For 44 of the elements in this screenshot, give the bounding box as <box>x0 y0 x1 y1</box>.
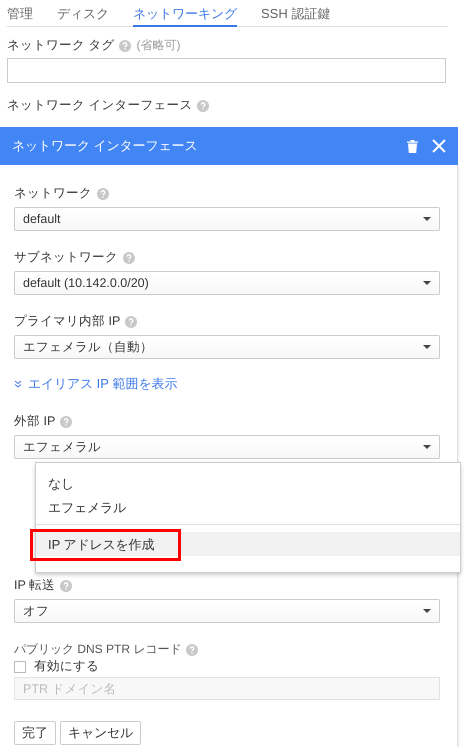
tab[interactable]: ディスク <box>57 0 109 27</box>
menu-item[interactable]: エフェメラル <box>36 495 460 519</box>
field-label: パブリック DNS PTR レコード <box>14 641 182 658</box>
field-label: 外部 IP <box>14 413 56 430</box>
help-icon[interactable] <box>123 252 135 264</box>
close-icon[interactable] <box>432 139 446 153</box>
caret-icon <box>423 345 431 349</box>
caret-icon <box>423 281 431 285</box>
trash-icon[interactable] <box>407 140 418 152</box>
help-icon[interactable] <box>119 40 132 52</box>
menu-item[interactable]: IP アドレスを作成 <box>36 532 460 556</box>
help-icon[interactable] <box>186 644 198 656</box>
action-button[interactable]: キャンセル <box>60 721 141 745</box>
field-label: サブネットワーク <box>14 249 118 266</box>
select-field[interactable]: オフ <box>14 599 440 623</box>
help-icon[interactable] <box>97 188 109 200</box>
select-field[interactable]: default (10.142.0.0/20) <box>14 271 440 295</box>
select-field[interactable]: default <box>14 207 440 231</box>
help-icon[interactable] <box>125 316 138 328</box>
alias-ip-link[interactable]: エイリアス IP 範囲を表示 <box>14 375 439 393</box>
action-button[interactable]: 完了 <box>14 721 56 745</box>
checkbox[interactable] <box>14 660 26 672</box>
select-field[interactable]: エフェメラル <box>14 435 440 459</box>
tab[interactable]: SSH 認証鍵 <box>261 0 330 27</box>
caret-icon <box>423 217 431 221</box>
field-label: ネットワーク <box>14 185 92 202</box>
help-icon[interactable] <box>60 580 72 592</box>
caret-icon <box>423 445 431 449</box>
panel-title: ネットワーク インターフェース <box>12 137 199 155</box>
help-icon[interactable] <box>197 100 210 112</box>
checkbox-label: 有効にする <box>34 658 99 675</box>
field-label: プライマリ内部 IP <box>14 313 120 330</box>
tab[interactable]: ネットワーキング <box>133 0 237 27</box>
chevron-icon <box>14 380 22 388</box>
menu-item[interactable]: なし <box>36 471 460 495</box>
optional-hint: (省略可) <box>136 37 180 54</box>
section-label: ネットワーク インターフェース <box>7 97 192 114</box>
network-tag-input[interactable] <box>7 58 446 83</box>
caret-icon <box>423 609 431 613</box>
select-field[interactable]: エフェメラル（自動） <box>14 335 440 359</box>
tab[interactable]: 管理 <box>7 0 33 27</box>
field-label: IP 転送 <box>14 577 56 594</box>
field-label: ネットワーク タグ <box>7 37 114 54</box>
help-icon[interactable] <box>60 416 72 428</box>
